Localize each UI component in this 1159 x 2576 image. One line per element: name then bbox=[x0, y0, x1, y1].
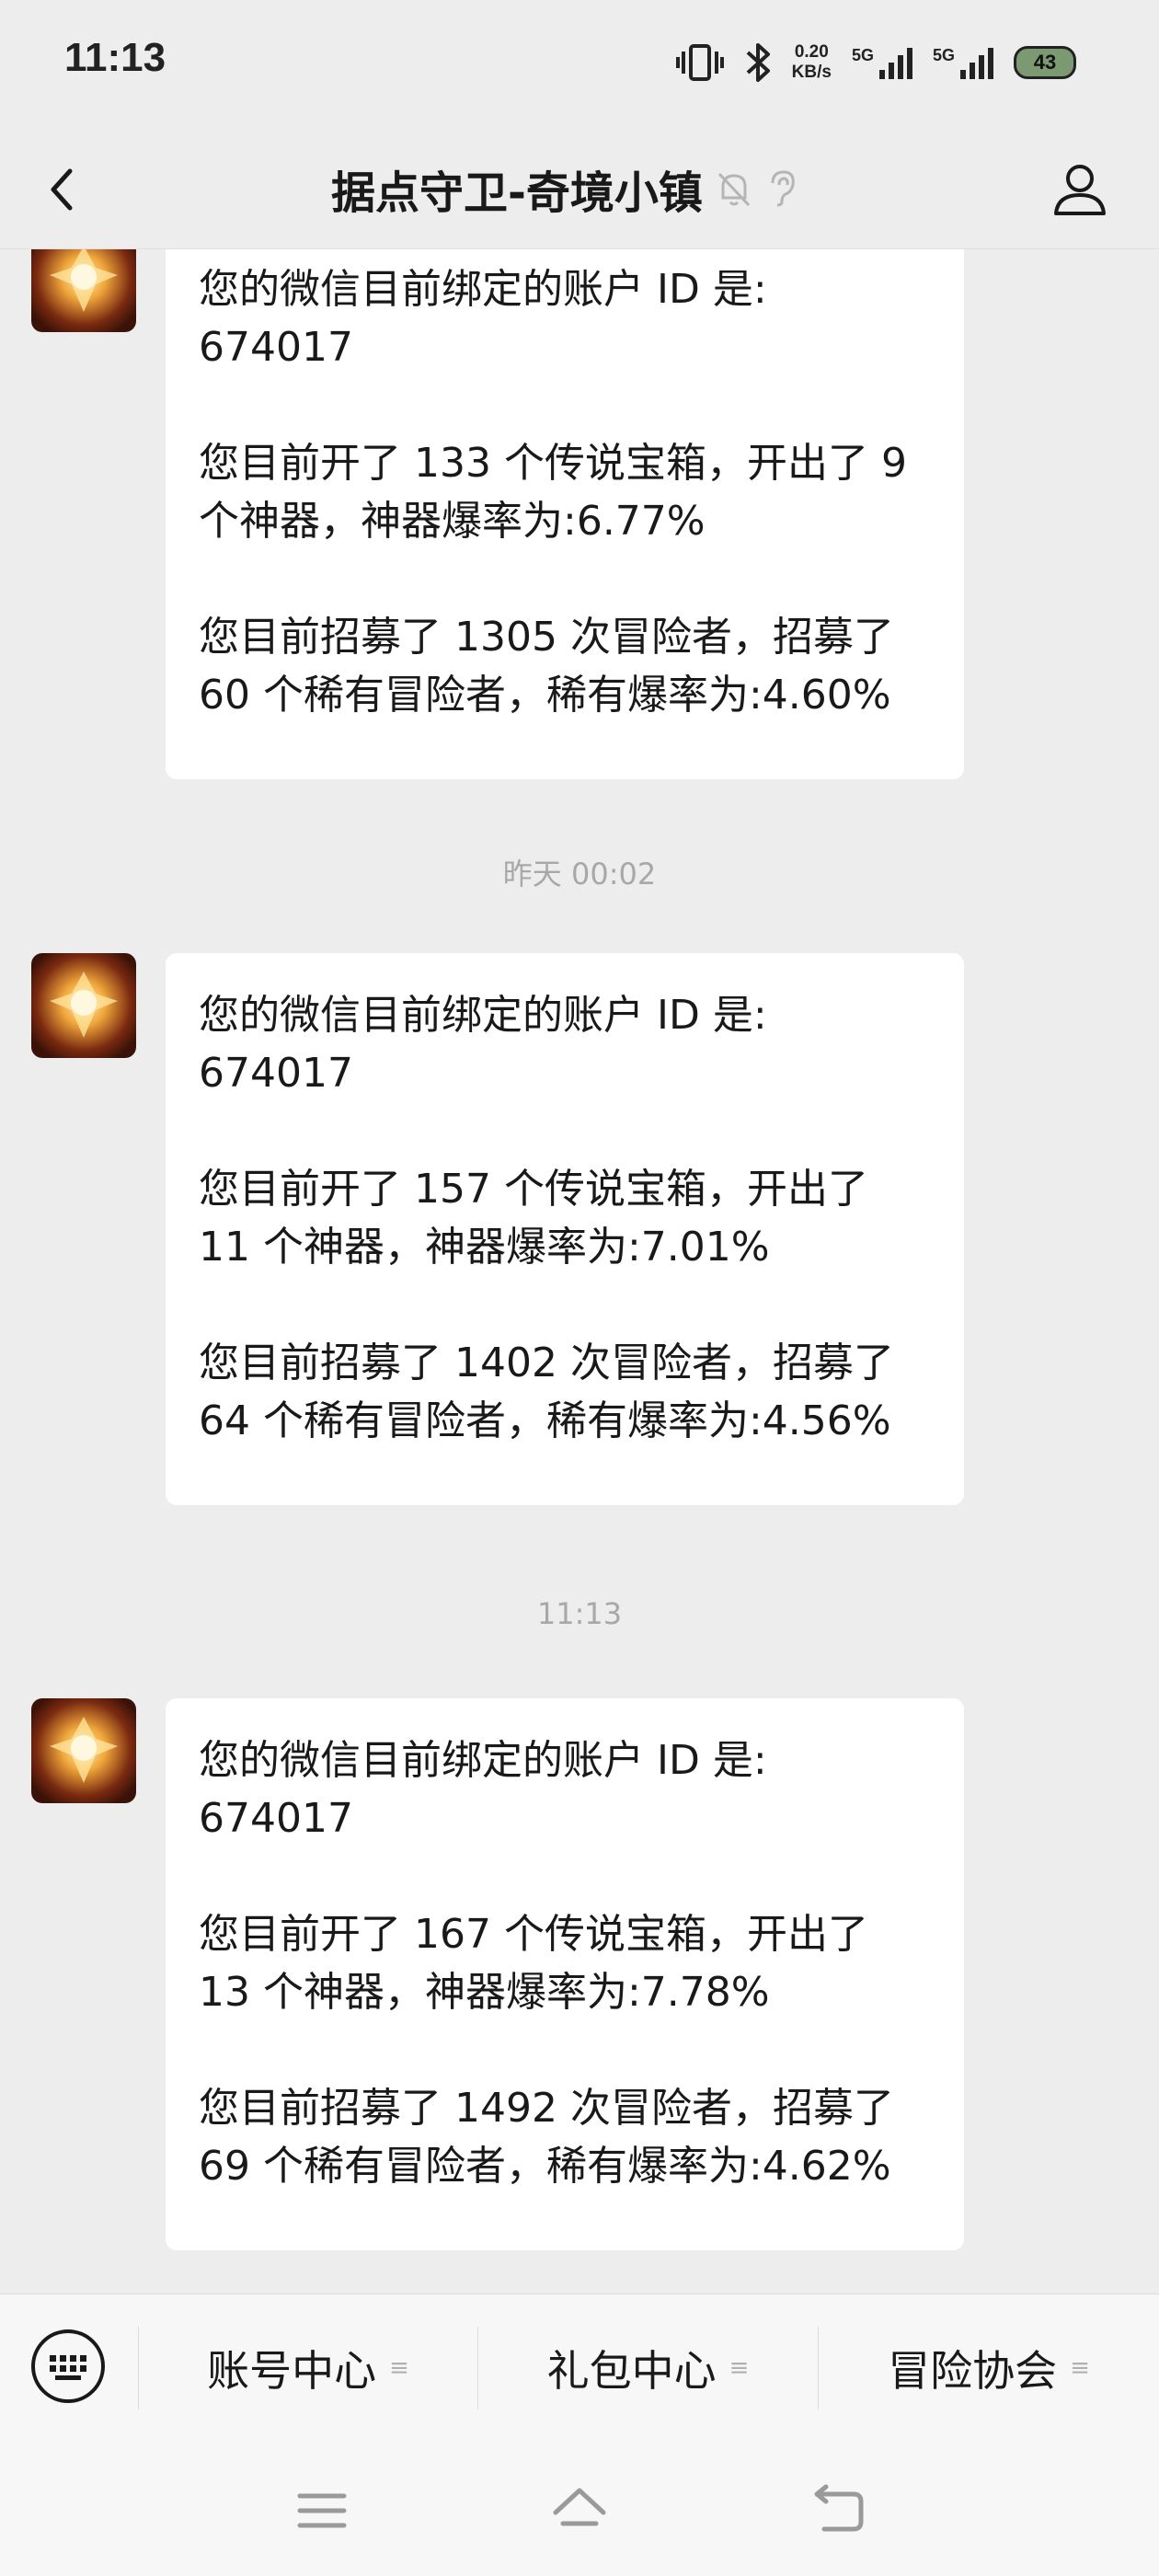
vibrate-icon bbox=[675, 44, 724, 81]
signal-bars-icon bbox=[878, 46, 912, 79]
sim2-label: 5G bbox=[932, 46, 955, 64]
sim1-label: 5G bbox=[851, 46, 874, 64]
signal-sim2: 5G bbox=[933, 46, 993, 79]
message-line: 您目前招募了 1402 次冒险者，招募了 64 个稀有冒险者，稀有爆率为:4.5… bbox=[199, 1340, 894, 1444]
chat-header: 据点守卫-奇境小镇 bbox=[0, 129, 1159, 249]
menu-item-label: 冒险协会 bbox=[888, 2346, 1058, 2396]
message-line: 您的微信目前绑定的账户 ID 是: 674017 bbox=[199, 992, 767, 1097]
submenu-icon: ≡ bbox=[389, 2354, 409, 2382]
battery-icon: 43 bbox=[1014, 46, 1076, 79]
status-icons: 0.20 KB/s 5G 5G 43 bbox=[675, 35, 1076, 90]
chat-title-group: 据点守卫-奇境小镇 bbox=[331, 156, 798, 221]
bell-off-icon bbox=[717, 172, 751, 207]
message-bubble[interactable]: 您的微信目前绑定的账户 ID 是: 674017 您目前开了 157 个传说宝箱… bbox=[166, 953, 964, 1505]
message-line: 您的微信目前绑定的账户 ID 是: 674017 bbox=[199, 1737, 767, 1842]
avatar[interactable] bbox=[31, 1698, 136, 1803]
network-speed: 0.20 KB/s bbox=[792, 42, 832, 83]
signal-bars-icon bbox=[960, 46, 993, 79]
menu-item-label: 礼包中心 bbox=[546, 2346, 717, 2396]
menu-item-label: 账号中心 bbox=[207, 2346, 377, 2396]
account-menu-bar: 账号中心 ≡ 礼包中心 ≡ 冒险协会 ≡ bbox=[0, 2294, 1159, 2442]
page-title: 据点守卫-奇境小镇 bbox=[331, 167, 703, 219]
message-bubble[interactable]: 您的微信目前绑定的账户 ID 是: 674017 您目前开了 167 个传说宝箱… bbox=[166, 1698, 964, 2250]
signal-sim1: 5G bbox=[852, 46, 912, 79]
network-speed-value: 0.20 bbox=[794, 42, 829, 62]
message-timestamp: 昨天 00:02 bbox=[502, 857, 657, 891]
menu-item-gift-center[interactable]: 礼包中心 ≡ bbox=[478, 2294, 818, 2442]
message-line: 您目前开了 133 个传说宝箱，开出了 9 个神器，神器爆率为:6.77% bbox=[199, 440, 907, 545]
keyboard-icon[interactable] bbox=[29, 2328, 107, 2405]
submenu-icon: ≡ bbox=[729, 2354, 750, 2382]
avatar[interactable] bbox=[31, 249, 136, 332]
chat-message-list[interactable]: 您的微信目前绑定的账户 ID 是: 674017 您目前开了 133 个传说宝箱… bbox=[0, 249, 1159, 2294]
back-arrow-icon[interactable] bbox=[808, 2481, 866, 2540]
status-bar: 11:13 0.20 KB/s 5G 5G 43 bbox=[0, 0, 1159, 129]
menu-item-adventure-guild[interactable]: 冒险协会 ≡ bbox=[819, 2294, 1159, 2442]
message-timestamp: 11:13 bbox=[536, 1596, 623, 1631]
message-line: 您目前招募了 1305 次冒险者，招募了 60 个稀有冒险者，稀有爆率为:4.6… bbox=[199, 614, 894, 719]
avatar[interactable] bbox=[31, 953, 136, 1058]
menu-icon[interactable] bbox=[293, 2481, 351, 2540]
menu-item-account-center[interactable]: 账号中心 ≡ bbox=[139, 2294, 477, 2442]
system-navigation-bar bbox=[0, 2441, 1159, 2576]
message-line: 您的微信目前绑定的账户 ID 是: 674017 bbox=[199, 266, 767, 371]
ear-icon bbox=[771, 170, 795, 207]
home-icon[interactable] bbox=[550, 2481, 609, 2540]
chevron-left-icon[interactable] bbox=[37, 162, 92, 217]
message-line: 您目前招募了 1492 次冒险者，招募了 69 个稀有冒险者，稀有爆率为:4.6… bbox=[199, 2085, 894, 2190]
status-time: 11:13 bbox=[64, 35, 166, 80]
network-speed-unit: KB/s bbox=[791, 63, 832, 82]
message-line: 您目前开了 157 个传说宝箱，开出了 11 个神器，神器爆率为:7.01% bbox=[199, 1166, 868, 1271]
submenu-icon: ≡ bbox=[1070, 2354, 1090, 2382]
user-icon[interactable] bbox=[1047, 156, 1113, 223]
bluetooth-icon bbox=[746, 43, 770, 82]
message-bubble[interactable]: 您的微信目前绑定的账户 ID 是: 674017 您目前开了 133 个传说宝箱… bbox=[166, 249, 964, 779]
battery-level: 43 bbox=[1033, 51, 1057, 74]
message-line: 您目前开了 167 个传说宝箱，开出了 13 个神器，神器爆率为:7.78% bbox=[199, 1911, 868, 2016]
